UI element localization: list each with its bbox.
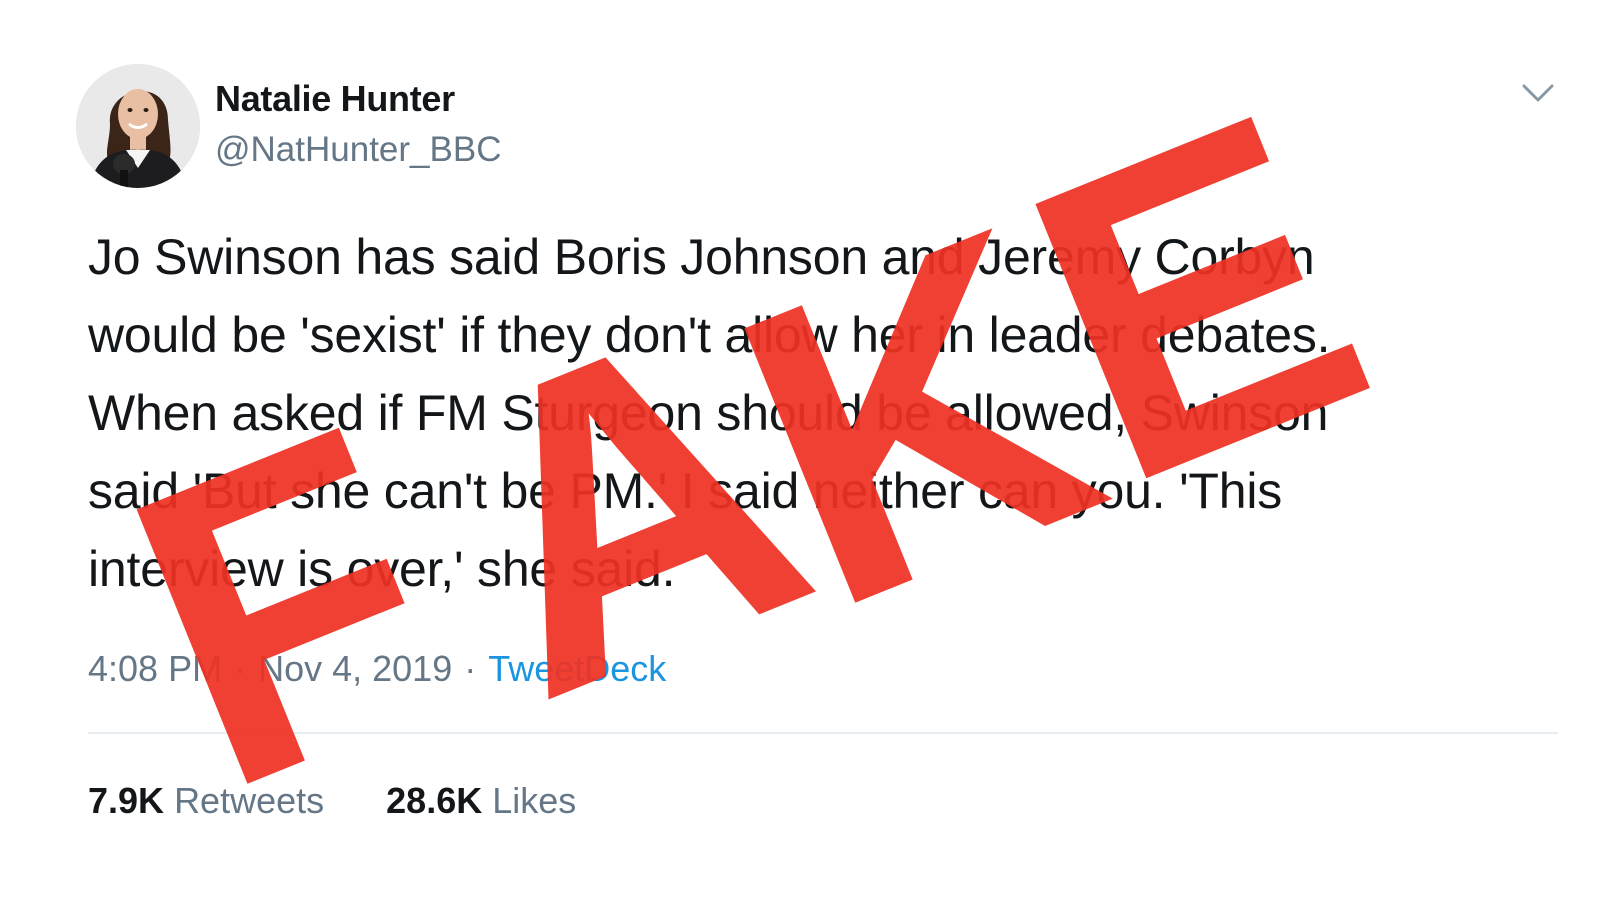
chevron-down-icon[interactable] [1518,78,1558,108]
tweet-source-link[interactable]: TweetDeck [488,648,666,689]
tweet-date[interactable]: Nov 4, 2019 [258,648,452,689]
author-display-name[interactable]: Natalie Hunter [215,78,455,120]
retweets-count: 7.9K [88,780,165,821]
likes-label: Likes [492,780,577,821]
tweet-card: Natalie Hunter @NatHunter_BBC Jo Swinson… [0,0,1600,900]
meta-separator: · [464,648,477,689]
divider [88,732,1558,734]
tweet-metadata: 4:08 PM · Nov 4, 2019 · TweetDeck [88,648,666,690]
author-handle[interactable]: @NatHunter_BBC [215,130,501,170]
likes-count: 28.6K [386,780,483,821]
tweet-text-line: would be 'sexist' if they don't allow he… [88,307,1331,363]
tweet-text-line: interview is over,' she said. [88,541,676,597]
likes-stat[interactable]: 28.6K Likes [386,780,576,822]
tweet-stats: 7.9K Retweets 28.6K Likes [88,780,628,822]
retweets-label: Retweets [174,780,325,821]
tweet-text-line: said 'But she can't be PM.' I said neith… [88,463,1283,519]
meta-separator: · [234,648,247,689]
retweets-stat[interactable]: 7.9K Retweets [88,780,324,822]
tweet-text-line: When asked if FM Sturgeon should be allo… [88,385,1329,441]
tweet-text-line: Jo Swinson has said Boris Johnson and Je… [88,229,1315,285]
avatar[interactable] [76,64,200,188]
tweet-text: Jo Swinson has said Boris Johnson and Je… [88,218,1568,608]
tweet-time[interactable]: 4:08 PM [88,648,222,689]
avatar-image [76,64,200,188]
